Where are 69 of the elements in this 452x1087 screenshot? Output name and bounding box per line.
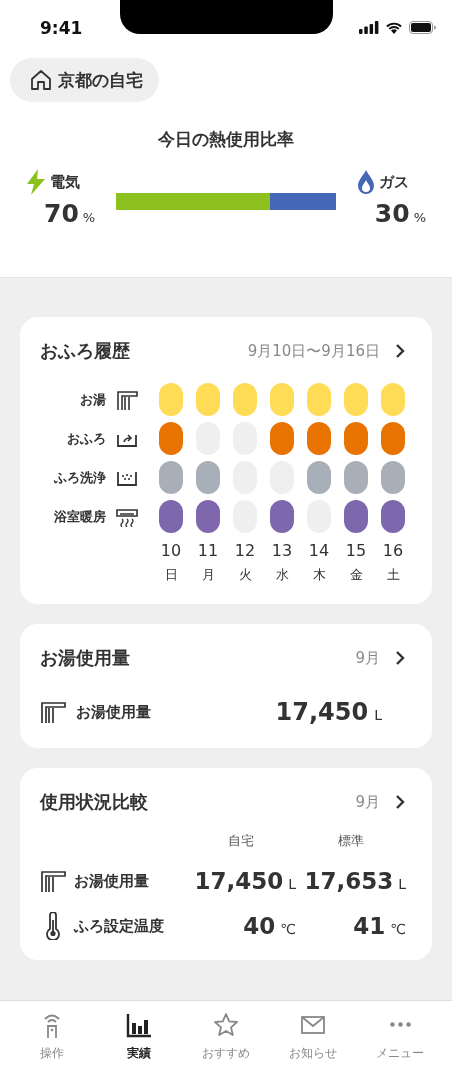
unit-label: L — [398, 876, 406, 892]
column-header: 自宅 — [227, 832, 255, 850]
day-number: 15 — [345, 541, 367, 560]
compare-value: 17,653 — [304, 868, 394, 894]
date-range: 9月10日〜9月16日 — [247, 341, 380, 361]
chevron-right-icon[interactable] — [394, 343, 406, 359]
usage-value: 17,450 — [275, 698, 369, 726]
row-label: ふろ洗浄 — [54, 468, 106, 487]
row-label: ふろ設定温度 — [74, 916, 164, 936]
faucet-icon — [40, 870, 66, 892]
unit-label: L — [374, 707, 382, 723]
lightning-icon — [26, 169, 46, 195]
chevron-right-icon[interactable] — [394, 794, 406, 810]
weekday-label: 水 — [275, 566, 289, 584]
signal-icon — [359, 21, 379, 34]
row-label: お湯使用量 — [74, 871, 149, 891]
nav-tab[interactable]: メニュー — [360, 1001, 441, 1087]
more-icon — [389, 1022, 411, 1027]
electric-label: 電気 — [50, 172, 80, 192]
chevron-right-icon[interactable] — [394, 650, 406, 666]
weekday-label: 月 — [201, 566, 215, 584]
heater-icon — [116, 506, 138, 527]
weekday-label: 火 — [238, 566, 252, 584]
card-title: 使用状況比較 — [40, 790, 149, 814]
nav-tab[interactable]: 実績 — [98, 1001, 179, 1087]
faucet-icon — [40, 701, 66, 723]
row-label: お湯 — [80, 390, 106, 409]
star-icon — [211, 1011, 240, 1039]
home-selector-button[interactable]: 京都の自宅 — [10, 58, 159, 102]
day-number: 14 — [308, 541, 330, 560]
compare-value: 41 — [353, 913, 386, 939]
faucet-icon — [116, 389, 138, 410]
bar-chart-icon — [124, 1011, 153, 1039]
battery-icon — [409, 21, 436, 34]
nav-tab[interactable]: 操作 — [11, 1001, 92, 1087]
day-number: 16 — [382, 541, 404, 560]
wifi-icon — [385, 21, 403, 34]
percent-unit: % — [82, 210, 96, 225]
period-label: 9月 — [355, 648, 380, 668]
day-number: 12 — [234, 541, 256, 560]
weekday-label: 木 — [312, 566, 326, 584]
column-header: 標準 — [337, 832, 365, 850]
day-number: 11 — [197, 541, 219, 560]
house-icon — [30, 69, 52, 91]
unit-label: L — [288, 876, 296, 892]
card-title: おふろ履歴 — [40, 339, 131, 363]
day-number: 13 — [271, 541, 293, 560]
flame-icon — [356, 169, 375, 195]
row-label: おふろ — [67, 429, 106, 448]
weekday-label: 日 — [164, 566, 178, 584]
period-label: 9月 — [355, 792, 380, 812]
nav-tab[interactable]: お知らせ — [273, 1001, 354, 1087]
usage-label: お湯使用量 — [76, 702, 152, 722]
section-title: 今日の熱使用比率 — [157, 128, 295, 151]
percent-unit: % — [413, 210, 426, 225]
day-number: 10 — [160, 541, 182, 560]
card-title: お湯使用量 — [40, 646, 131, 670]
unit-label: ℃ — [280, 921, 296, 937]
weekday-label: 金 — [349, 566, 363, 584]
nav-tab[interactable]: おすすめ — [185, 1001, 266, 1087]
electric-percent: 70 — [44, 199, 79, 228]
weekday-label: 土 — [386, 566, 400, 584]
unit-label: ℃ — [390, 921, 406, 937]
compare-value: 17,450 — [194, 868, 284, 894]
status-time: 9:41 — [40, 17, 83, 38]
compare-value: 40 — [243, 913, 276, 939]
gas-label: ガス — [378, 172, 409, 192]
row-label: 浴室暖房 — [54, 507, 106, 526]
gas-percent: 30 — [374, 199, 410, 228]
